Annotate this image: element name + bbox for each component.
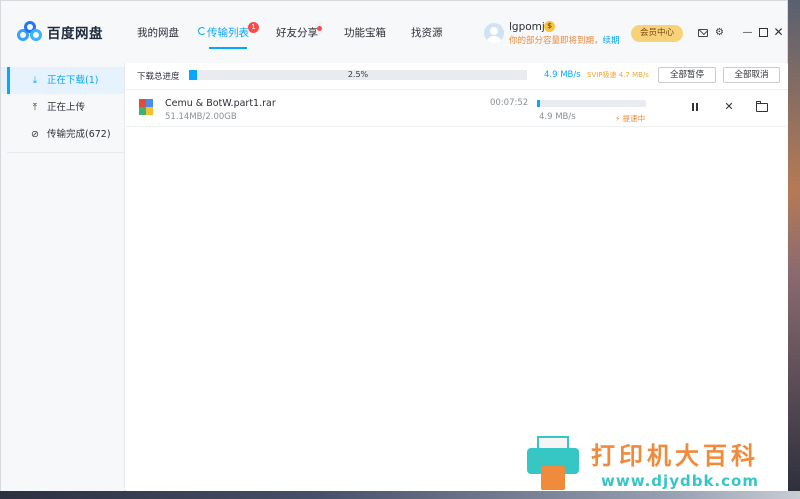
tab-find-resources[interactable]: 找资源 [411,1,443,63]
cancel-button[interactable]: ✕ [722,100,736,114]
app-window: 百度网盘 我的网盘 传输列表 1 好友分享 功能宝箱 找资源 lgpomj $ … [0,0,788,491]
tab-label: 传输列表 [207,27,249,39]
watermark-url: www.djydbk.com [601,472,759,490]
lightning-icon: ⚡ [615,114,621,123]
sidebar-divider [7,152,125,153]
check-circle-icon: ⊘ [31,129,39,140]
title-bar: 百度网盘 我的网盘 传输列表 1 好友分享 功能宝箱 找资源 lgpomj $ … [1,1,787,63]
tab-transfer-list[interactable]: 传输列表 1 [198,1,259,63]
app-name: 百度网盘 [47,26,103,42]
transfer-count-badge: 1 [248,22,259,33]
tab-label: 我的网盘 [137,27,179,39]
upload-icon: ⤒ [32,102,38,113]
open-folder-button[interactable] [755,100,769,114]
download-toolbar: 下载总进度 2.5% 4.9 MB/s SVIP极速 4.7 MB/s 全部暂停… [126,63,788,89]
total-progress-label: 下载总进度 [137,72,180,82]
desktop-wallpaper-right [788,0,800,499]
cancel-all-button[interactable]: 全部取消 [723,67,780,83]
file-speed: 4.9 MB/s [539,112,576,122]
acceleration-label: 提速中 [622,114,646,123]
tab-friend-share[interactable]: 好友分享 [276,1,322,63]
warning-text: 你的部分容量即将到期， [509,36,603,46]
sidebar-item-uploading[interactable]: ⤒ 正在上传 [1,94,124,121]
top-nav: 我的网盘 传输列表 1 好友分享 功能宝箱 找资源 [137,1,443,63]
archive-file-icon [139,99,153,115]
tab-my-disk[interactable]: 我的网盘 [137,1,179,63]
sidebar-item-label: 传输完成(672) [47,129,111,140]
coin-icon: $ [544,21,555,32]
storage-expiry-warning: 你的部分容量即将到期，续期 [509,34,620,46]
app-logo[interactable]: 百度网盘 [17,21,103,43]
file-progress-fill [537,100,540,107]
sidebar-item-label: 正在上传 [47,102,86,113]
watermark-title: 打印机大百科 [591,442,759,470]
sidebar-item-completed[interactable]: ⊘ 传输完成(672) [1,121,124,148]
printer-logo-icon [527,436,579,492]
tab-label: 功能宝箱 [344,27,386,39]
sidebar: ⤓ 正在下载(1) ⤒ 正在上传 ⊘ 传输完成(672) [1,63,125,491]
total-progress-percent: 2.5% [347,70,369,79]
pause-all-button[interactable]: 全部暂停 [658,67,716,83]
renew-link[interactable]: 续期 [603,36,620,46]
close-icon[interactable]: ✕ [773,26,784,38]
total-speed: 4.9 MB/s [544,70,581,80]
syncing-icon [198,27,206,35]
acceleration-status: ⚡ 提速中 [615,113,645,124]
notification-dot [317,26,322,31]
svip-speed-hint[interactable]: SVIP极速 4.7 MB/s [587,70,649,80]
username: lgpomj [509,21,545,33]
desktop-taskbar-edge [0,491,800,499]
list-item[interactable]: Cemu & BotW.part1.rar 51.14MB/2.00GB 00:… [126,89,788,127]
pause-button[interactable] [688,100,702,114]
download-icon: ⤓ [32,75,38,86]
transfer-panel: 下载总进度 2.5% 4.9 MB/s SVIP极速 4.7 MB/s 全部暂停… [126,63,788,491]
time-remaining: 00:07:52 [490,98,529,108]
sidebar-item-downloading[interactable]: ⤓ 正在下载(1) [1,67,124,94]
file-name: Cemu & BotW.part1.rar [165,98,276,109]
maximize-icon[interactable] [758,27,769,38]
total-progress-bar: 2.5% [189,70,527,80]
tab-label: 好友分享 [276,27,318,39]
file-progress-bar [537,100,646,107]
cloud-logo-icon [17,21,43,43]
vip-center-button[interactable]: 会员中心 [631,25,683,42]
gear-icon[interactable]: ⚙ [714,27,725,38]
sidebar-item-label: 正在下载(1) [47,75,99,86]
tab-label: 找资源 [411,27,443,39]
tab-toolbox[interactable]: 功能宝箱 [344,1,386,63]
file-size: 51.14MB/2.00GB [165,112,237,122]
mail-icon[interactable] [698,29,708,37]
minimize-icon[interactable]: — [742,27,753,38]
avatar[interactable] [484,23,504,43]
